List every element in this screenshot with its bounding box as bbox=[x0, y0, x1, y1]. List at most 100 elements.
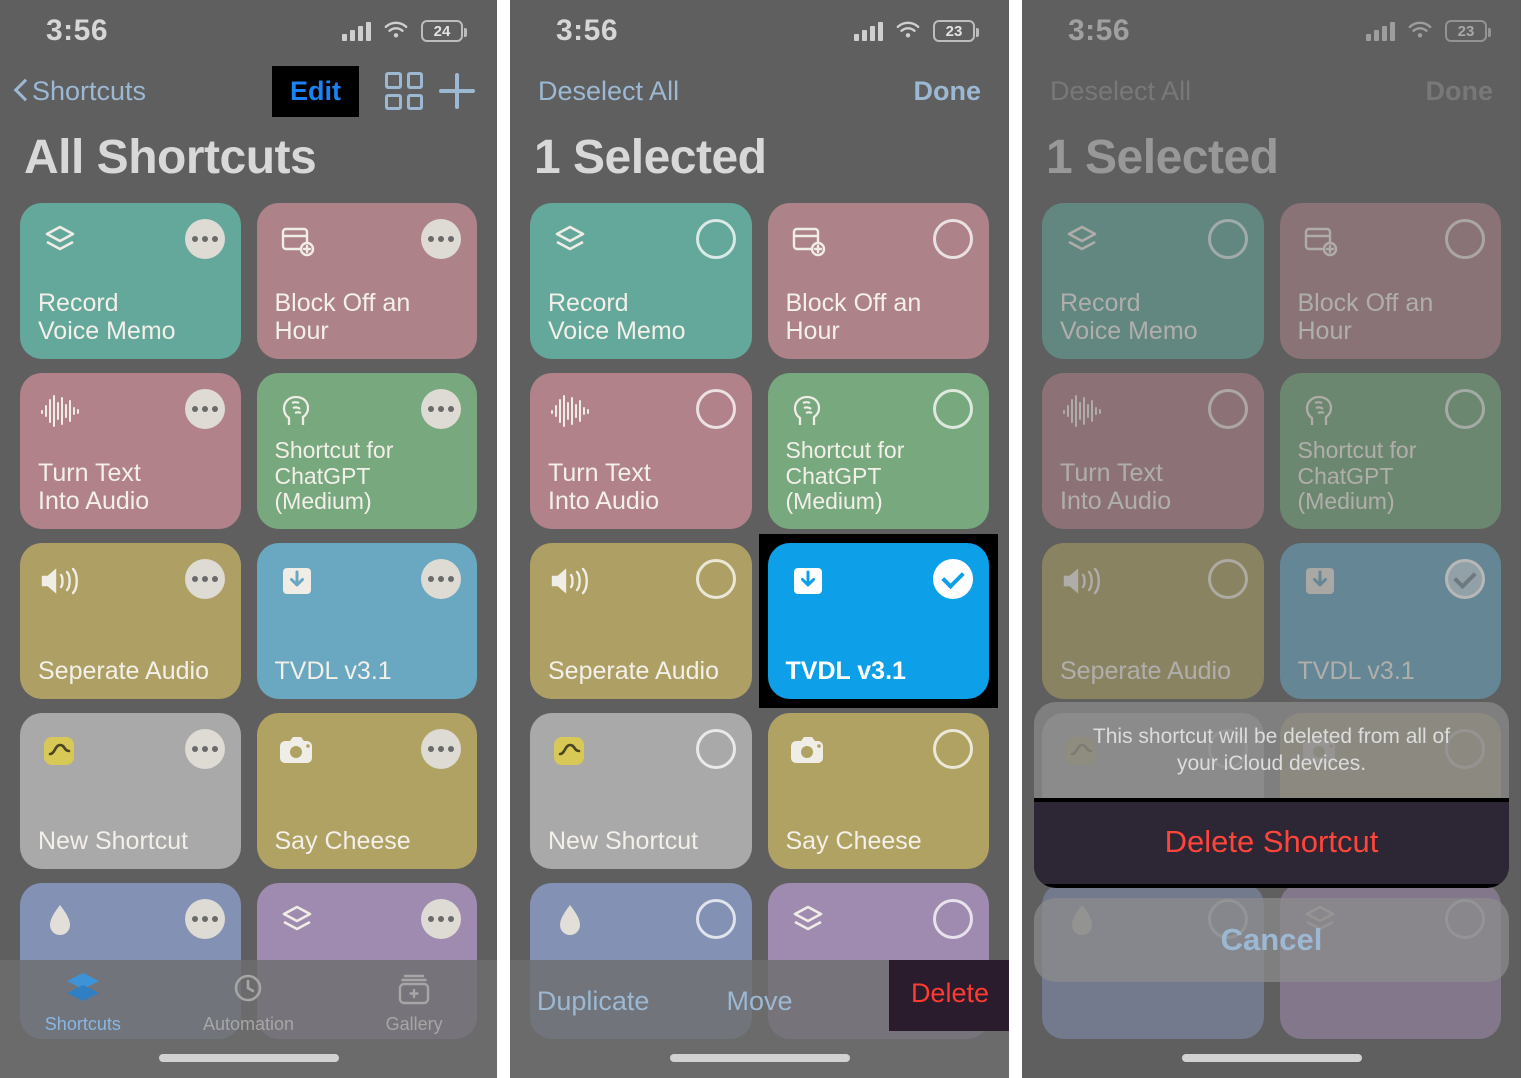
status-bar: 3:56 23 bbox=[510, 0, 1009, 62]
done-button[interactable]: Done bbox=[1426, 76, 1494, 107]
move-button[interactable]: Move bbox=[676, 960, 842, 1017]
tab-label: Gallery bbox=[385, 1014, 443, 1034]
shortcut-label: Record Voice Memo bbox=[38, 289, 176, 345]
shortcut-label: Turn Text Into Audio bbox=[1060, 459, 1172, 515]
selection-checkbox[interactable] bbox=[933, 899, 973, 939]
plus-icon[interactable] bbox=[439, 73, 475, 109]
shortcut-card[interactable]: Record Voice Memo bbox=[530, 203, 752, 359]
deselect-all-button[interactable]: Deselect All bbox=[1050, 76, 1191, 107]
delete-button[interactable]: Delete bbox=[911, 978, 989, 1008]
health-cloud-icon bbox=[38, 729, 82, 773]
selection-checkbox-checked bbox=[1445, 559, 1485, 599]
shortcut-label: Seperate Audio bbox=[548, 657, 719, 685]
delete-button-area: Delete bbox=[843, 960, 1009, 1031]
shortcut-label: Say Cheese bbox=[274, 827, 411, 855]
speaker-waves-icon bbox=[548, 559, 592, 603]
home-indicator bbox=[1181, 1054, 1362, 1062]
status-indicators: 24 bbox=[342, 20, 467, 42]
shortcut-card[interactable]: Shortcut for ChatGPT (Medium) bbox=[767, 373, 989, 529]
more-options-icon[interactable] bbox=[184, 219, 225, 259]
shortcut-label: TVDL v3.1 bbox=[1297, 657, 1415, 685]
tab-automation[interactable]: Automation bbox=[173, 968, 323, 1035]
shortcut-label: Seperate Audio bbox=[38, 657, 209, 685]
tab-gallery[interactable]: Gallery bbox=[339, 968, 489, 1035]
back-label: Shortcuts bbox=[32, 75, 147, 106]
back-button[interactable]: Shortcuts bbox=[14, 76, 146, 107]
more-options-icon[interactable] bbox=[184, 899, 225, 939]
deselect-all-button[interactable]: Deselect All bbox=[538, 76, 679, 107]
waveform-icon bbox=[1060, 389, 1104, 433]
home-indicator bbox=[669, 1054, 850, 1062]
shortcut-label: Shortcut for ChatGPT (Medium) bbox=[785, 436, 905, 515]
wifi-icon bbox=[895, 21, 921, 41]
shortcut-label: New Shortcut bbox=[38, 827, 189, 855]
selection-checkbox[interactable] bbox=[695, 559, 736, 599]
gallery-cards-icon bbox=[395, 968, 433, 1010]
shortcut-card[interactable]: Say Cheese bbox=[767, 713, 989, 869]
more-options-icon[interactable] bbox=[184, 389, 225, 429]
layers-icon bbox=[1060, 219, 1104, 263]
navigation-bar: Shortcuts Edit bbox=[0, 62, 497, 120]
shortcut-card[interactable]: Turn Text Into Audio bbox=[20, 373, 241, 529]
status-clock: 3:56 bbox=[46, 14, 109, 47]
shortcut-card[interactable]: Turn Text Into Audio bbox=[530, 373, 752, 529]
panel-selection-mode: 3:56 23 Deselect All Done 1 Selected Rec… bbox=[510, 0, 1009, 1078]
shortcut-card[interactable]: New Shortcut bbox=[530, 713, 752, 869]
grid-view-icon[interactable] bbox=[385, 72, 423, 110]
selection-checkbox[interactable] bbox=[933, 219, 973, 259]
done-button[interactable]: Done bbox=[914, 76, 982, 107]
more-options-icon[interactable] bbox=[421, 219, 461, 259]
shortcut-label: TVDL v3.1 bbox=[785, 657, 906, 685]
selection-checkbox[interactable] bbox=[695, 899, 736, 939]
more-options-icon[interactable] bbox=[184, 729, 225, 769]
cancel-button[interactable]: Cancel bbox=[1034, 898, 1509, 982]
shortcut-card: Shortcut for ChatGPT (Medium) bbox=[1279, 373, 1501, 529]
battery-level: 23 bbox=[1457, 22, 1475, 40]
edit-button[interactable]: Edit bbox=[290, 76, 341, 106]
shortcut-label: Record Voice Memo bbox=[548, 289, 686, 345]
calendar-add-icon bbox=[786, 219, 830, 263]
selection-checkbox[interactable] bbox=[695, 219, 736, 259]
duplicate-button[interactable]: Duplicate bbox=[510, 960, 676, 1017]
edit-button-highlight: Edit bbox=[272, 65, 359, 117]
camera-icon bbox=[786, 729, 830, 773]
more-options-icon[interactable] bbox=[421, 389, 461, 429]
shortcut-card-selected[interactable]: TVDL v3.1 bbox=[767, 543, 989, 699]
tab-shortcuts[interactable]: Shortcuts bbox=[8, 968, 158, 1035]
delete-shortcut-button[interactable]: Delete Shortcut bbox=[1034, 802, 1509, 884]
shortcut-card[interactable]: TVDL v3.1 bbox=[256, 543, 477, 699]
shortcut-card[interactable]: New Shortcut bbox=[20, 713, 241, 869]
selection-checkbox[interactable] bbox=[933, 729, 973, 769]
camera-icon bbox=[275, 729, 319, 773]
selection-checkbox bbox=[1207, 559, 1248, 599]
more-options-icon[interactable] bbox=[421, 729, 461, 769]
selection-checkbox-checked[interactable] bbox=[933, 559, 973, 599]
more-options-icon[interactable] bbox=[421, 559, 461, 599]
shortcut-card[interactable]: Say Cheese bbox=[256, 713, 477, 869]
battery-icon: 23 bbox=[933, 20, 979, 42]
status-clock: 3:56 bbox=[556, 14, 619, 47]
shortcut-label: Block Off an Hour bbox=[1297, 289, 1434, 345]
more-options-icon[interactable] bbox=[421, 899, 461, 939]
delete-shortcut-highlight: Delete Shortcut bbox=[1034, 798, 1509, 888]
calendar-add-icon bbox=[1298, 219, 1342, 263]
tray-download-icon bbox=[1298, 559, 1342, 603]
shortcut-card[interactable]: Block Off an Hour bbox=[767, 203, 989, 359]
shortcut-label: Block Off an Hour bbox=[274, 289, 411, 345]
shortcut-label: Say Cheese bbox=[785, 827, 922, 855]
delete-button-highlight: Delete bbox=[888, 960, 1009, 1031]
more-options-icon[interactable] bbox=[184, 559, 225, 599]
shortcut-card[interactable]: Block Off an Hour bbox=[256, 203, 477, 359]
layers-icon bbox=[275, 899, 319, 943]
selection-checkbox[interactable] bbox=[695, 729, 736, 769]
battery-level: 24 bbox=[433, 22, 451, 40]
selection-checkbox[interactable] bbox=[695, 389, 736, 429]
selection-checkbox[interactable] bbox=[933, 389, 973, 429]
shortcut-card[interactable]: Seperate Audio bbox=[530, 543, 752, 699]
shortcut-card[interactable]: Shortcut for ChatGPT (Medium) bbox=[256, 373, 477, 529]
battery-level: 23 bbox=[945, 22, 963, 40]
shortcut-card[interactable]: Record Voice Memo bbox=[20, 203, 241, 359]
shortcut-card[interactable]: Seperate Audio bbox=[20, 543, 241, 699]
shortcut-label: Shortcut for ChatGPT (Medium) bbox=[274, 436, 394, 515]
status-clock: 3:56 bbox=[1068, 14, 1131, 47]
